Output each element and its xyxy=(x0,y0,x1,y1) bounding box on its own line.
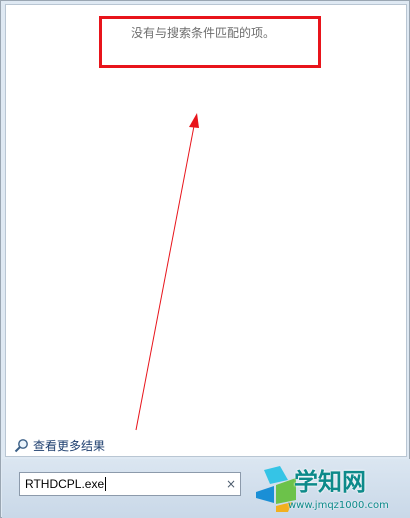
close-icon[interactable]: × xyxy=(222,477,240,491)
annotation-highlight-box xyxy=(99,16,321,68)
search-results-pane xyxy=(5,4,407,457)
magnifier-icon xyxy=(14,439,28,453)
see-more-results-link[interactable]: 查看更多结果 xyxy=(14,437,105,454)
search-input[interactable]: RTHDCPL.exe × xyxy=(19,472,241,496)
search-input-text[interactable]: RTHDCPL.exe xyxy=(25,477,104,491)
search-input-value[interactable]: RTHDCPL.exe xyxy=(20,477,222,492)
text-caret xyxy=(105,477,107,492)
watermark-url: www.jmqz1000.com xyxy=(288,500,389,511)
watermark-title: 学知网 xyxy=(294,468,366,496)
site-watermark: 学知网 www.jmqz1000.com xyxy=(254,462,408,516)
see-more-results-label[interactable]: 查看更多结果 xyxy=(33,437,105,454)
